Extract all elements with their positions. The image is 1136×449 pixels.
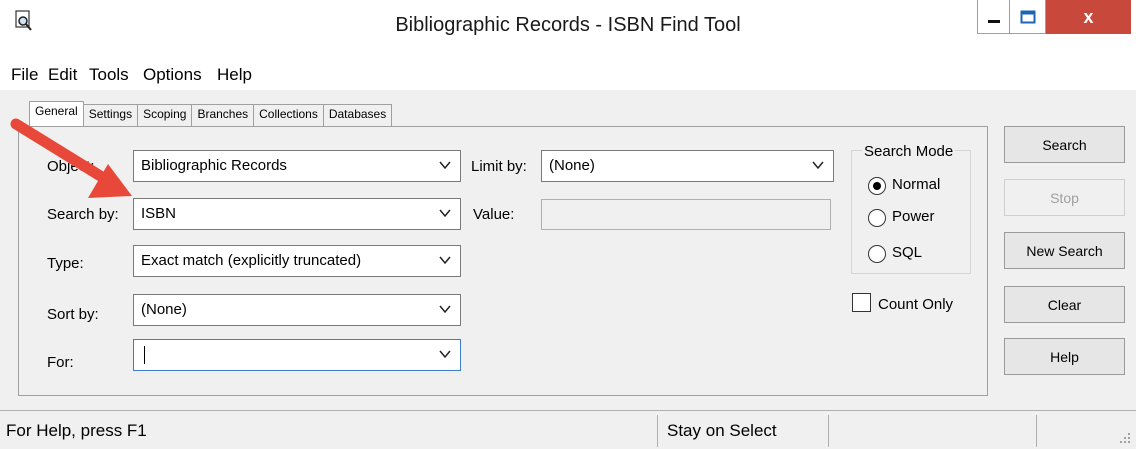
stop-button[interactable]: Stop: [1004, 179, 1125, 216]
chevron-down-icon: [812, 161, 824, 170]
sort-by-combo[interactable]: (None): [133, 294, 461, 326]
status-separator: [1036, 415, 1037, 447]
search-by-value: ISBN: [141, 205, 177, 222]
tab-general[interactable]: General: [29, 101, 84, 126]
count-only-checkbox[interactable]: [852, 293, 871, 312]
radio-power-label: Power: [892, 208, 935, 225]
search-mode-title: Search Mode: [862, 143, 956, 160]
new-search-button[interactable]: New Search: [1004, 232, 1125, 269]
title-bar: Bibliographic Records - ISBN Find Tool x: [0, 0, 1136, 63]
chevron-down-icon: [439, 256, 451, 265]
chevron-down-icon: [439, 350, 451, 359]
status-separator: [657, 415, 658, 447]
limit-by-value: (None): [549, 157, 595, 174]
tab-scoping[interactable]: Scoping: [137, 104, 193, 126]
menu-tools[interactable]: Tools: [89, 65, 129, 85]
for-label: For:: [47, 354, 74, 371]
radio-sql-label: SQL: [892, 244, 923, 261]
resize-grip-icon[interactable]: [1118, 431, 1132, 445]
status-mode-text: Stay on Select: [667, 421, 777, 440]
value-input[interactable]: [541, 199, 831, 230]
menu-edit[interactable]: Edit: [48, 65, 77, 85]
count-only-label: Count Only: [878, 296, 954, 313]
maximize-button[interactable]: [1010, 0, 1046, 34]
tab-settings[interactable]: Settings: [82, 104, 139, 126]
object-combo[interactable]: Bibliographic Records: [133, 150, 461, 182]
tab-strip: General Settings Scoping Branches Collec…: [29, 101, 393, 126]
radio-normal-label: Normal: [892, 176, 941, 193]
maximize-icon: [1020, 10, 1035, 23]
menu-file[interactable]: File: [11, 65, 38, 85]
search-button[interactable]: Search: [1004, 126, 1125, 163]
menu-options[interactable]: Options: [143, 65, 202, 85]
sort-by-label: Sort by:: [47, 306, 99, 323]
sort-by-value: (None): [141, 301, 187, 318]
limit-by-combo[interactable]: (None): [541, 150, 834, 182]
radio-sql[interactable]: [868, 245, 886, 263]
status-bar: For Help, press F1 Stay on Select: [0, 410, 1136, 449]
minimize-icon: [987, 19, 1000, 23]
radio-power[interactable]: [868, 209, 886, 227]
menu-help[interactable]: Help: [217, 65, 252, 85]
tab-databases[interactable]: Databases: [322, 104, 393, 126]
minimize-button[interactable]: [977, 0, 1010, 34]
search-by-label: Search by:: [47, 206, 119, 223]
find-tool-window: Bibliographic Records - ISBN Find Tool x…: [0, 0, 1136, 449]
type-combo[interactable]: Exact match (explicitly truncated): [133, 245, 461, 277]
window-title: Bibliographic Records - ISBN Find Tool: [395, 14, 741, 36]
help-button[interactable]: Help: [1004, 338, 1125, 375]
for-input[interactable]: [133, 339, 461, 371]
type-value: Exact match (explicitly truncated): [141, 252, 362, 269]
chevron-down-icon: [439, 161, 451, 170]
tab-branches[interactable]: Branches: [191, 104, 255, 126]
close-button[interactable]: x: [1046, 0, 1131, 34]
status-help-text: For Help, press F1: [6, 421, 147, 440]
object-value: Bibliographic Records: [141, 157, 287, 174]
status-separator: [828, 415, 829, 447]
close-icon: x: [1083, 6, 1094, 27]
object-label: Object:: [47, 158, 95, 175]
menu-bar: File Edit Tools Options Help: [0, 62, 1136, 90]
value-label: Value:: [473, 206, 515, 223]
tab-collections[interactable]: Collections: [253, 104, 324, 126]
search-by-combo[interactable]: ISBN: [133, 198, 461, 230]
radio-normal[interactable]: [868, 177, 886, 195]
type-label: Type:: [47, 255, 84, 272]
chevron-down-icon: [439, 305, 451, 314]
radio-selected-dot: [873, 182, 881, 190]
chevron-down-icon: [439, 209, 451, 218]
limit-by-label: Limit by:: [471, 158, 527, 175]
text-cursor: [144, 346, 145, 364]
clear-button[interactable]: Clear: [1004, 286, 1125, 323]
